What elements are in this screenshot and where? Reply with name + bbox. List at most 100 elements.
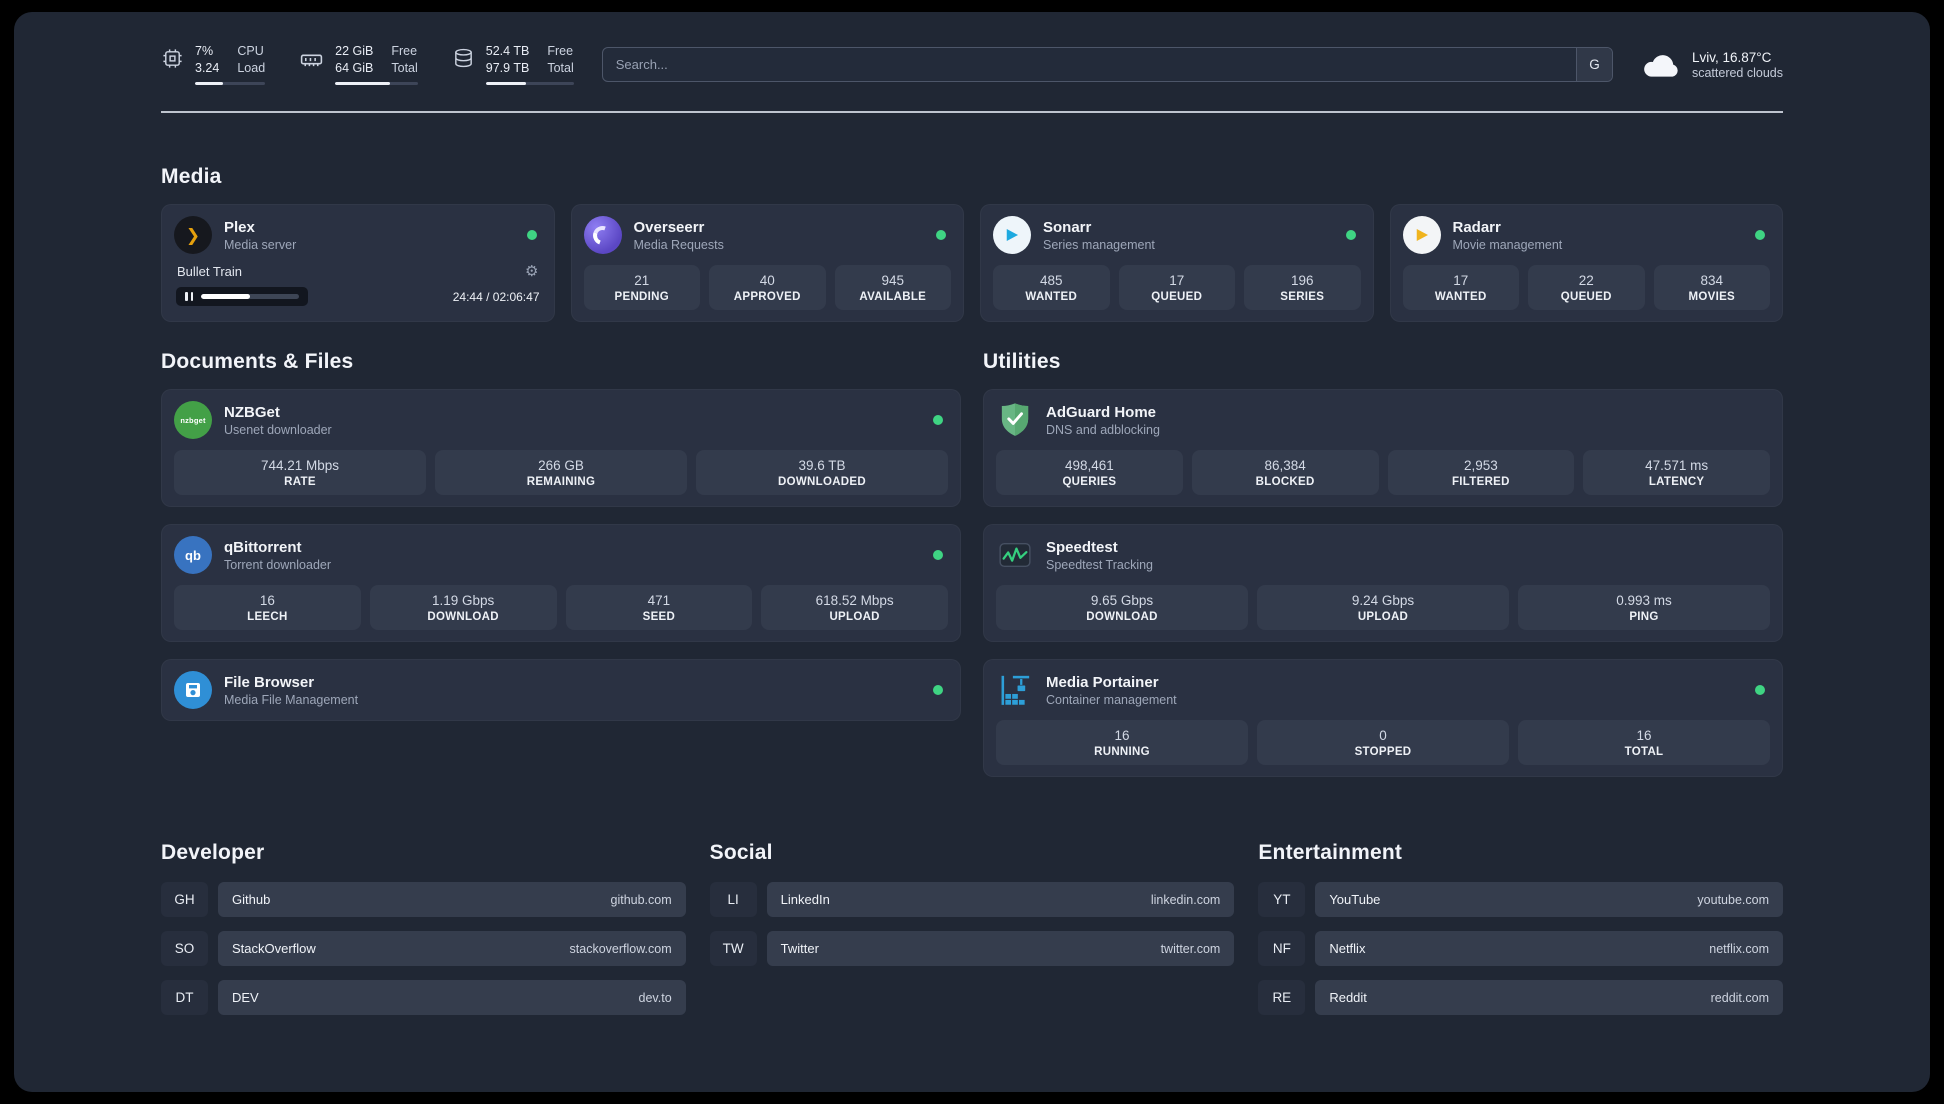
service-card-sonarr[interactable]: Sonarr Series management 485 WANTED 17 Q… (980, 204, 1374, 323)
disk-metric: 52.4 TB Free 97.9 TB Total (452, 44, 574, 86)
stat-filtered: 2,953 FILTERED (1387, 450, 1575, 496)
portainer-icon (996, 671, 1034, 709)
disk-free-value: 52.4 TB (485, 44, 530, 58)
search-engine-button[interactable]: G (1575, 48, 1612, 82)
stat-ping: 0.993 ms PING (1518, 585, 1770, 631)
service-title: Overseerr (633, 218, 705, 236)
playback-progress-track (201, 294, 299, 300)
search-bar: G (601, 47, 1613, 83)
weather-widget[interactable]: Lviv, 16.87°C scattered clouds (1641, 50, 1783, 80)
bookmark-group-title: Entertainment (1258, 841, 1403, 865)
disk-icon (452, 47, 475, 70)
bookmark-youtube[interactable]: YT YouTube youtube.com (1258, 882, 1783, 918)
bookmark-stackoverflow[interactable]: SO StackOverflow stackoverflow.com (161, 931, 686, 967)
status-dot (526, 230, 537, 241)
stat-download: 1.19 Gbps DOWNLOAD (369, 585, 557, 631)
service-title: NZBGet (224, 403, 280, 421)
service-card-adguard[interactable]: AdGuard Home DNS and adblocking 498,461 … (983, 389, 1783, 508)
status-dot (933, 415, 943, 426)
ram-free-value: 22 GiB (335, 44, 374, 58)
service-card-portainer[interactable]: Media Portainer Container management 16 … (983, 659, 1783, 778)
stat-wanted: 485 WANTED (993, 265, 1110, 311)
bookmark-netflix[interactable]: NF Netflix netflix.com (1258, 931, 1783, 967)
bookmark-linkedin[interactable]: LI LinkedIn linkedin.com (709, 882, 1235, 918)
stat-value: 0 (1379, 728, 1387, 744)
gear-icon[interactable]: ⚙ (525, 264, 538, 279)
search-input[interactable] (601, 47, 1613, 83)
stat-approved: 40 APPROVED (709, 265, 826, 311)
overseerr-icon (583, 216, 622, 255)
bookmark-abbr: RE (1258, 980, 1306, 1016)
bookmark-reddit[interactable]: RE Reddit reddit.com (1258, 980, 1783, 1016)
stat-available: 945 AVAILABLE (834, 265, 951, 311)
stat-upload: 618.52 Mbps UPLOAD (761, 585, 948, 631)
player-controls[interactable] (176, 287, 308, 307)
service-card-filebrowser[interactable]: File Browser Media File Management (161, 659, 961, 722)
stat-value: 618.52 Mbps (815, 593, 894, 609)
disk-label-top: Free (547, 44, 574, 58)
bookmark-abbr: TW (709, 931, 757, 967)
bookmark-url: linkedin.com (1150, 892, 1221, 907)
stat-value: 16 (1636, 728, 1652, 744)
stat-label: PING (1629, 611, 1659, 624)
topbar: 7% CPU 3.24 Load 22 GiB Free 64 GiB Tota… (161, 12, 1783, 86)
cpu-label-top: CPU (237, 44, 264, 58)
service-subtitle: Media Requests (633, 237, 724, 252)
bookmark-abbr: NF (1258, 931, 1306, 967)
status-dot (933, 550, 943, 561)
bookmark-group-title: Developer (161, 841, 265, 865)
bookmark-url: stackoverflow.com (569, 941, 672, 956)
service-subtitle: Series management (1043, 237, 1155, 252)
service-subtitle: DNS and adblocking (1046, 422, 1160, 437)
service-card-overseerr[interactable]: Overseerr Media Requests 21 PENDING 40 A… (570, 204, 964, 323)
disk-progress-fill (485, 82, 527, 86)
cloud-icon (1641, 50, 1681, 80)
stat-label: SEED (642, 611, 676, 624)
ram-progress-fill (335, 82, 390, 86)
speedtest-icon (996, 536, 1034, 574)
disk-label-bottom: Total (547, 60, 574, 75)
service-card-speedtest[interactable]: Speedtest Speedtest Tracking 9.65 Gbps D… (983, 524, 1783, 643)
stat-value: 16 (1114, 728, 1130, 744)
stat-label: BLOCKED (1255, 476, 1315, 489)
stat-label: REMAINING (526, 476, 596, 489)
topbar-divider (161, 111, 1783, 114)
stat-value: 17 (1169, 273, 1185, 289)
disk-total-value: 97.9 TB (485, 60, 530, 75)
service-title: Speedtest (1046, 538, 1118, 556)
stat-queued: 22 QUEUED (1528, 265, 1645, 311)
cpu-icon (161, 47, 184, 70)
now-playing-row: Bullet Train ⚙ (174, 264, 542, 279)
stat-series: 196 SERIES (1244, 265, 1361, 311)
stat-label: LATENCY (1648, 476, 1705, 489)
service-title: AdGuard Home (1046, 403, 1157, 421)
weather-condition: scattered clouds (1691, 65, 1783, 80)
player-row: 24:44 / 02:06:47 (174, 287, 542, 307)
bookmark-group-title: Social (709, 841, 773, 865)
stat-label: UPLOAD (1357, 611, 1409, 624)
stat-queued: 17 QUEUED (1118, 265, 1235, 311)
service-card-nzbget[interactable]: nzbget NZBGet Usenet downloader 744.21 M… (161, 389, 961, 508)
stat-label: DOWNLOADED (778, 476, 866, 489)
cpu-usage-value: 7% (195, 44, 214, 58)
service-card-plex[interactable]: ❯ Plex Media server Bullet Train ⚙ 24:44… (161, 204, 555, 323)
stat-value: 17 (1453, 273, 1469, 289)
bookmark-github[interactable]: GH Github github.com (161, 882, 686, 918)
stat-label: SERIES (1280, 291, 1325, 304)
status-dot (1755, 230, 1765, 241)
stat-queries: 498,461 QUERIES (996, 450, 1183, 496)
bookmark-abbr: GH (161, 882, 208, 918)
bookmark-name: LinkedIn (780, 892, 830, 908)
bookmark-group-developer: Developer GH Github github.com SO StackO… (161, 841, 686, 1016)
bookmark-dev[interactable]: DT DEV dev.to (161, 980, 686, 1016)
stat-label: PENDING (614, 291, 669, 304)
stat-wanted: 17 WANTED (1402, 265, 1519, 311)
stat-stopped: 0 STOPPED (1257, 720, 1509, 766)
cpu-progress-fill (195, 82, 224, 86)
service-card-radarr[interactable]: Radarr Movie management 17 WANTED 22 QUE… (1389, 204, 1783, 323)
pause-icon[interactable] (185, 292, 193, 302)
bookmark-twitter[interactable]: TW Twitter twitter.com (709, 931, 1235, 967)
service-card-qbittorrent[interactable]: qb qBittorrent Torrent downloader 16 LEE… (161, 524, 961, 643)
stat-value: 744.21 Mbps (260, 458, 340, 474)
stat-value: 86,384 (1264, 458, 1306, 474)
